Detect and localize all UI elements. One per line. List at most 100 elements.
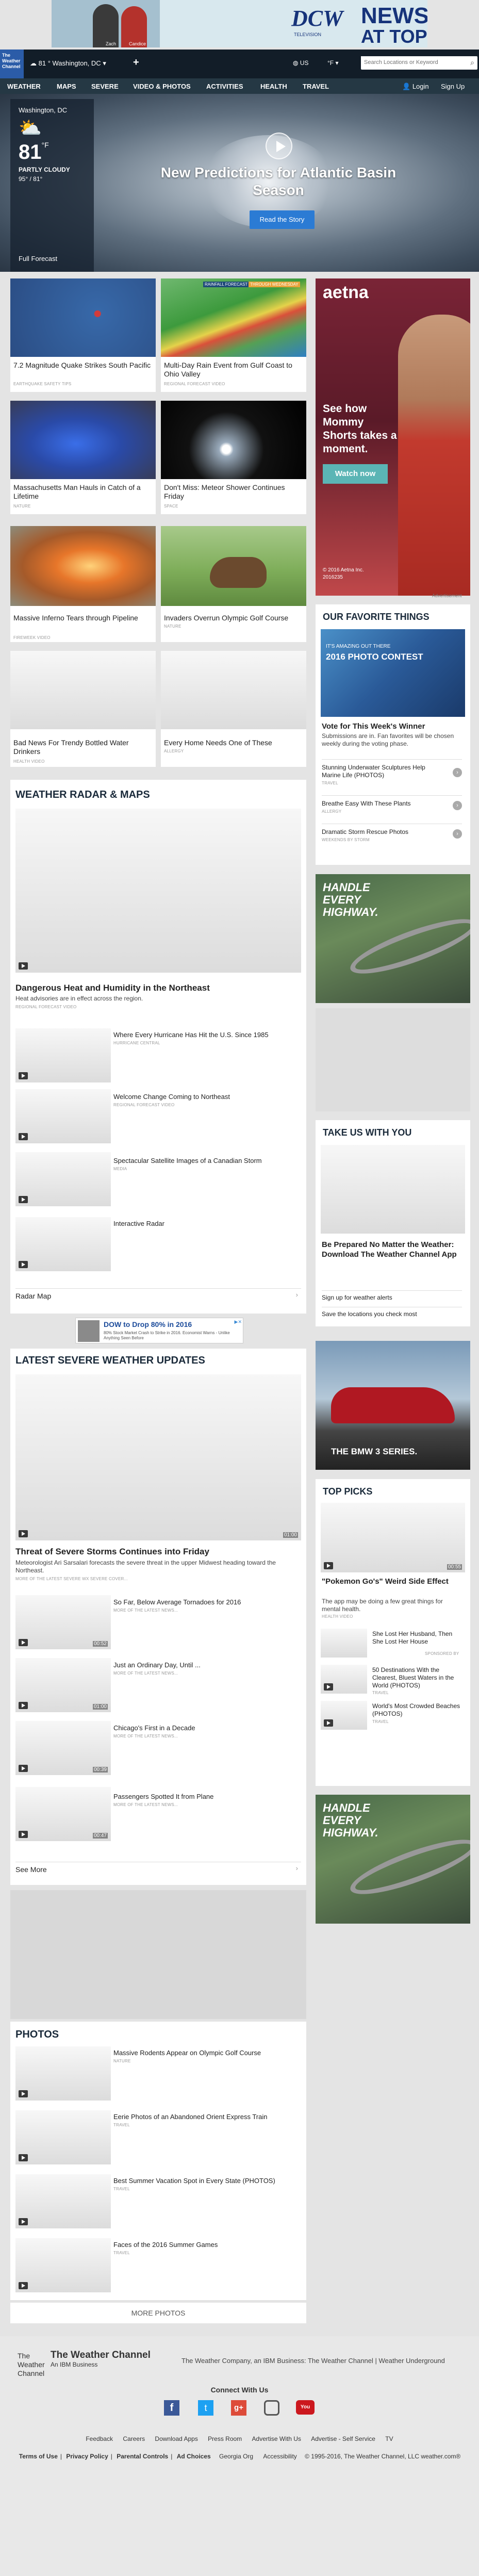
photo-item-title[interactable]: Massive Rodents Appear on Olympic Golf C… — [113, 2048, 261, 2057]
photo-thumb[interactable] — [15, 2238, 111, 2292]
nav-activities[interactable]: ACTIVITIES — [206, 83, 243, 90]
play-icon[interactable] — [266, 133, 292, 159]
nav-weather[interactable]: WEATHER — [7, 83, 41, 90]
twc-logo[interactable]: The Weather Channel — [0, 50, 24, 78]
app-link-locations[interactable]: Save the locations you check most — [322, 1307, 462, 1318]
radar-item-title[interactable]: Where Every Hurricane Has Hit the U.S. S… — [113, 1030, 269, 1039]
tile-title[interactable]: Multi-Day Rain Event from Gulf Coast to … — [164, 361, 303, 379]
severe-item-title[interactable]: Just an Ordinary Day, Until ... — [113, 1661, 201, 1669]
tile-1[interactable]: RAINFALL FORECAST THROUGH WEDNESDAY Mult… — [161, 278, 306, 392]
severe-thumb[interactable]: 01:00 — [15, 1658, 111, 1712]
picks-item-title[interactable]: World's Most Crowded Beaches (PHOTOS) — [372, 1702, 463, 1718]
unit-selector[interactable]: °F ▾ — [327, 59, 339, 67]
tile-5[interactable]: Invaders Overrun Olympic Golf Course NAT… — [161, 526, 306, 642]
radar-thumb[interactable] — [15, 1089, 111, 1143]
footer-link[interactable]: Terms of Use — [19, 2453, 58, 2460]
severe-thumb[interactable]: 00:52 — [15, 1595, 111, 1649]
picks-thumb[interactable] — [321, 1629, 367, 1658]
tile-3[interactable]: Don't Miss: Meteor Shower Continues Frid… — [161, 401, 306, 514]
aetna-watch-button[interactable]: Watch now — [323, 464, 388, 484]
bmw-ad[interactable]: THE BMW 3 SERIES. — [316, 1341, 470, 1470]
country-selector[interactable]: ◍ US — [293, 59, 308, 67]
vote-title[interactable]: Vote for This Week's Winner — [322, 722, 425, 731]
photo-contest-banner[interactable]: IT'S AMAZING OUT THERE 2016 PHOTO CONTES… — [321, 629, 465, 717]
radar-item-title[interactable]: Interactive Radar — [113, 1219, 164, 1228]
footer-link[interactable]: Privacy Policy — [66, 2453, 108, 2460]
current-conditions-card[interactable]: Washington, DC ⛅ 81°F PARTLY CLOUDY 95° … — [10, 99, 94, 272]
highway-ad[interactable]: HANDLE EVERY HIGHWAY. — [316, 874, 470, 1003]
tile-2[interactable]: Massachusetts Man Hauls in Catch of a Li… — [10, 401, 156, 514]
picks-item-title[interactable]: She Lost Her Husband, Then She Lost Her … — [372, 1630, 463, 1646]
full-forecast-link[interactable]: Full Forecast — [19, 255, 57, 262]
severe-lead-title[interactable]: Threat of Severe Storms Continues into F… — [15, 1547, 209, 1557]
googleplus-icon[interactable]: g+ — [231, 2400, 246, 2416]
nav-travel[interactable]: TRAVEL — [303, 83, 329, 90]
tile-title[interactable]: Bad News For Trendy Bottled Water Drinke… — [13, 739, 153, 756]
add-location-button[interactable]: + — [133, 57, 139, 69]
tile-4[interactable]: Massive Inferno Tears through Pipeline F… — [10, 526, 156, 642]
radar-thumb[interactable] — [15, 1152, 111, 1206]
see-more-link[interactable]: See More › — [15, 1862, 301, 1874]
footer-logo[interactable]: The Weather Channel — [18, 2352, 45, 2378]
aetna-ad[interactable]: aetna See how Mommy Shorts takes a momen… — [316, 278, 470, 596]
photo-thumb[interactable] — [15, 2046, 111, 2101]
nav-health[interactable]: HEALTH — [260, 83, 287, 90]
radar-item-title[interactable]: Welcome Change Coming to Northeast — [113, 1092, 230, 1101]
radar-thumb[interactable] — [15, 1028, 111, 1082]
nav-maps[interactable]: MAPS — [57, 83, 76, 90]
footer-link[interactable]: Georgia Org — [219, 2453, 253, 2460]
radar-map-link[interactable]: Radar Map › — [15, 1288, 301, 1300]
tile-6[interactable]: Bad News For Trendy Bottled Water Drinke… — [10, 651, 156, 767]
tile-title[interactable]: Don't Miss: Meteor Shower Continues Frid… — [164, 483, 303, 501]
picks-thumb[interactable] — [321, 1701, 367, 1730]
radar-thumb[interactable] — [15, 1217, 111, 1271]
footer-link[interactable]: Download Apps — [155, 2435, 197, 2442]
footer-link[interactable]: Feedback — [86, 2435, 113, 2442]
youtube-icon[interactable]: You — [296, 2400, 315, 2415]
footer-link[interactable]: Advertise - Self Service — [311, 2435, 375, 2442]
severe-thumb[interactable]: 00:47 — [15, 1787, 111, 1841]
picks-lead-video[interactable]: 00:55 — [321, 1503, 465, 1572]
footer-link[interactable]: TV — [385, 2435, 393, 2442]
radar-lead-video[interactable] — [15, 809, 301, 973]
footer-link[interactable]: Accessibility — [263, 2453, 296, 2460]
severe-lead-video[interactable]: 01:00 — [15, 1374, 301, 1540]
login-link[interactable]: 👤 Login — [402, 83, 429, 91]
severe-item-title[interactable]: So Far, Below Average Tornadoes for 2016 — [113, 1598, 241, 1606]
top-ad[interactable]: Zach Candice DCW TELEVISION NEWS AT TOP — [52, 0, 427, 47]
severe-item-title[interactable]: Chicago's First in a Decade — [113, 1724, 195, 1732]
app-link-alerts[interactable]: Sign up for weather alerts — [322, 1290, 462, 1301]
facebook-icon[interactable]: f — [164, 2400, 179, 2416]
tile-0[interactable]: 7.2 Magnitude Quake Strikes South Pacifi… — [10, 278, 156, 392]
fav-item[interactable]: Dramatic Storm Rescue Photos WEEKENDS BY… — [322, 824, 462, 842]
read-story-button[interactable]: Read the Story — [250, 210, 315, 229]
dow-ad[interactable]: DOW to Drop 80% in 2016 80% Stock Market… — [75, 1318, 243, 1343]
footer-link[interactable]: Ad Choices — [177, 2453, 211, 2460]
photo-item-title[interactable]: Best Summer Vacation Spot in Every State… — [113, 2176, 275, 2185]
tile-title[interactable]: Massive Inferno Tears through Pipeline — [13, 614, 153, 622]
nav-video-photos[interactable]: VIDEO & PHOTOS — [133, 83, 191, 90]
tile-7[interactable]: Every Home Needs One of These ALLERGY — [161, 651, 306, 767]
nav-severe[interactable]: SEVERE — [91, 83, 119, 90]
highway-ad[interactable]: HANDLE EVERY HIGHWAY. — [316, 1795, 470, 1924]
fav-item[interactable]: Breathe Easy With These Plants ALLERGY › — [322, 795, 462, 814]
adchoices-icon[interactable]: ▶✕ — [235, 1319, 242, 1325]
tile-title[interactable]: Invaders Overrun Olympic Golf Course — [164, 614, 303, 622]
app-image[interactable] — [321, 1145, 465, 1234]
footer-link[interactable]: Parental Controls — [117, 2453, 168, 2460]
radar-item-title[interactable]: Spectacular Satellite Images of a Canadi… — [113, 1156, 262, 1165]
location-selector[interactable]: ☁ 81 ° Washington, DC ▾ — [30, 59, 106, 68]
photo-item-title[interactable]: Eerie Photos of an Abandoned Orient Expr… — [113, 2112, 267, 2121]
picks-item-title[interactable]: 50 Destinations With the Clearest, Blues… — [372, 1666, 463, 1689]
more-photos-button[interactable]: MORE PHOTOS — [10, 2303, 306, 2323]
photo-item-title[interactable]: Faces of the 2016 Summer Games — [113, 2240, 218, 2249]
footer-link[interactable]: Careers — [123, 2435, 145, 2442]
app-title[interactable]: Be Prepared No Matter the Weather: Downl… — [322, 1240, 462, 1259]
instagram-icon[interactable] — [264, 2400, 279, 2416]
tile-title[interactable]: Every Home Needs One of These — [164, 739, 303, 747]
photo-thumb[interactable] — [15, 2110, 111, 2164]
fav-item[interactable]: Stunning Underwater Sculptures Help Mari… — [322, 759, 462, 785]
hero-title[interactable]: New Predictions for Atlantic Basin Seaso… — [144, 164, 412, 199]
picks-lead-title[interactable]: "Pokemon Go's" Weird Side Effect — [322, 1577, 461, 1586]
photo-thumb[interactable] — [15, 2174, 111, 2228]
